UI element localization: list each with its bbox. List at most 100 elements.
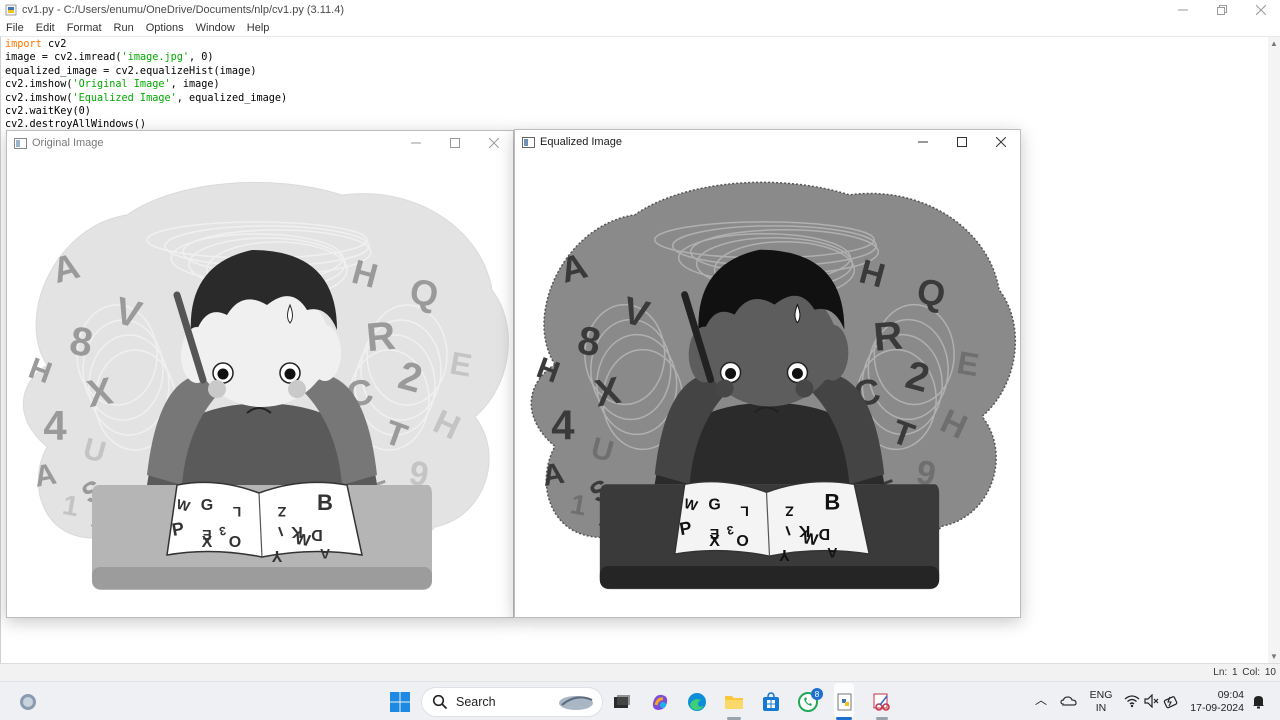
right-cheek [288,380,306,398]
show-hidden-icons-chevron-icon[interactable]: ︿ [1035,694,1047,707]
window-title: cv1.py - C:/Users/enumu/OneDrive/Documen… [22,4,344,16]
pupil [725,368,737,380]
menu-file[interactable]: File [0,22,30,34]
idle-python-icon[interactable] [834,691,856,713]
opencv-window-icon [522,136,535,148]
book-letter: X [709,533,720,550]
file-explorer-icon[interactable] [723,691,745,713]
book-letter: G [708,496,720,513]
book-letter: D [311,526,323,543]
original-image-window[interactable]: Original Image AV8HX4UA1SZEHQR2ECTH9L5WW… [6,130,514,618]
close-button[interactable] [1241,0,1280,20]
original-window-title: Original Image [32,137,104,149]
pupil [284,368,296,380]
scroll-up-icon[interactable]: ▲ [1270,39,1278,48]
python-file-icon [5,4,17,16]
opencv-window-icon [14,137,27,149]
clock-time[interactable]: 09:04 [1196,689,1244,702]
notification-bell-icon[interactable] [1252,694,1265,709]
code-line-4b: , image) [170,79,220,91]
code-line-2a: image = cv2.imread( [5,52,122,64]
code-string: 'Original Image' [72,79,171,91]
menu-help[interactable]: Help [241,22,276,34]
language-region[interactable]: IN [1089,702,1113,715]
floating-letter: 4 [43,402,67,449]
book-letter: Y [779,546,790,563]
minimize-icon [917,141,928,143]
floating-letter: R [365,314,398,360]
floating-letter: 4 [551,401,575,448]
menu-run[interactable]: Run [108,22,140,34]
restore-icon [1216,5,1227,15]
code-line-5b: , equalized_image) [176,92,288,104]
menu-bar: File Edit Format Run Options Window Help [0,20,1280,37]
copilot-icon[interactable] [649,691,671,713]
minimize-button[interactable] [903,130,942,154]
task-view-icon[interactable] [611,691,633,713]
code-line-4a: cv2.imshow( [5,79,73,91]
scroll-down-icon[interactable]: ▼ [1270,652,1278,661]
snipping-tool-icon[interactable] [871,691,893,713]
book-letter: D [819,525,831,542]
idle-titlebar: cv1.py - C:/Users/enumu/OneDrive/Documen… [0,0,1280,20]
onedrive-sync-icon[interactable] [1060,692,1078,710]
code-line-6: cv2.waitKey(0) [5,106,91,118]
book-letter: Z [785,503,794,519]
book-letter: Z [277,504,286,520]
language-code[interactable]: ENG [1089,689,1113,702]
close-button[interactable] [474,131,513,155]
original-window-titlebar[interactable]: Original Image [7,131,513,155]
book-letter: L [232,504,241,520]
code-string: 'image.jpg' [121,52,190,64]
search-icon [432,694,448,710]
taskbar: Search 8 ︿ ENG IN 09:04 17-09-2024 [0,681,1280,720]
book-letter: X [202,534,213,551]
book-letter: O [736,533,748,550]
clock-date[interactable]: 17-09-2024 [1188,702,1244,715]
desk-front [599,566,940,589]
maximize-button[interactable] [942,130,981,154]
left-cheek [715,379,734,398]
microsoft-store-icon[interactable] [760,691,782,713]
wifi-icon[interactable] [1124,694,1140,708]
equalized-image-window[interactable]: Equalized Image AV8HX4UA1SZEHQR2ECTH9L5W… [514,129,1021,618]
menu-format[interactable]: Format [61,22,108,34]
right-cheek [795,379,814,398]
vertical-scrollbar[interactable]: ▲ ▼ [1268,37,1280,663]
notification-badge: 8 [811,688,823,700]
maximize-icon [956,137,967,147]
status-bar: Ln: 1 Col: 10 [0,663,1280,681]
book-letter: O [229,534,241,551]
minimize-button[interactable] [396,131,435,155]
close-icon [995,137,1006,147]
menu-edit[interactable]: Edit [30,22,61,34]
taskbar-search[interactable]: Search [421,687,603,717]
battery-charging-icon[interactable] [1163,693,1179,709]
desk-front [92,567,432,589]
maximize-button[interactable] [435,131,474,155]
close-button[interactable] [981,130,1020,154]
minimize-button[interactable] [1163,0,1202,20]
book-letter: L [740,503,749,519]
menu-window[interactable]: Window [190,22,241,34]
minimize-icon [410,142,421,144]
code-text[interactable]: import cv2 image = cv2.imread('image.jpg… [5,38,287,132]
edge-browser-icon[interactable] [686,691,708,713]
code-line-7: cv2.destroyAllWindows() [5,119,147,131]
search-highlight-icon [559,696,593,710]
equalized-window-title: Equalized Image [540,136,622,148]
restore-button[interactable] [1202,0,1241,20]
windows-start-icon[interactable] [389,691,411,713]
book-letter: B [317,490,333,515]
code-line-5a: cv2.imshow( [5,92,73,104]
menu-options[interactable]: Options [140,22,190,34]
boy-with-letters-equalized-image: AV8HX4UA1SZEHQR2ECTH9L5WWGLPE3XOZBKIDYWA [530,181,1017,590]
widgets-icon[interactable] [17,691,39,713]
left-cheek [208,380,226,398]
close-icon [488,138,499,148]
pupil [791,368,803,380]
equalized-window-titlebar[interactable]: Equalized Image [515,130,1020,154]
right-hand [816,324,849,381]
book-letter: B [824,489,840,514]
speaker-muted-icon[interactable] [1144,694,1160,708]
